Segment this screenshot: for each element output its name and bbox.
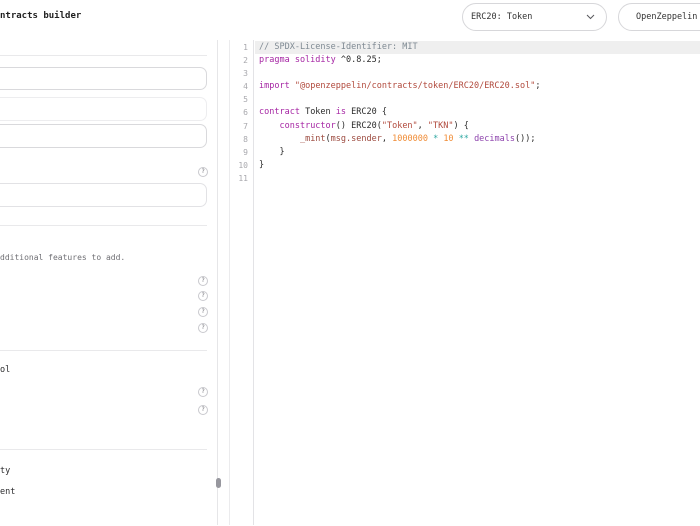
code-lines: // SPDX-License-Identifier: MIT pragma so… — [255, 40, 700, 526]
text-input[interactable] — [0, 67, 207, 90]
divider — [0, 350, 207, 351]
help-icon[interactable]: ? — [198, 291, 208, 301]
contract-kind-value: ERC20: Token — [471, 12, 533, 22]
line-number: 1 — [243, 43, 248, 52]
topbar: ntracts builder ERC20: Token OpenZeppeli… — [0, 0, 700, 40]
divider — [0, 225, 207, 226]
code-line: pragma solidity ^0.8.25; — [259, 55, 382, 66]
access-control-section-label: ol — [0, 365, 11, 375]
settings-panel: ? dditional features to add. ? ? ? ? ol … — [0, 40, 221, 525]
page-title: ntracts builder — [0, 11, 82, 21]
features-hint: dditional features to add. — [0, 253, 126, 262]
line-number: 10 — [238, 160, 248, 170]
contract-kind-select[interactable]: ERC20: Token — [462, 3, 607, 31]
code-line: // SPDX-License-Identifier: MIT — [255, 41, 700, 55]
line-number: 6 — [243, 108, 248, 118]
openzeppelin-button[interactable]: OpenZeppelin — [618, 3, 700, 31]
text-input[interactable] — [0, 97, 207, 121]
code-line: } — [259, 146, 285, 157]
upgradeability-section-label: ty — [0, 466, 11, 476]
help-icon[interactable]: ? — [198, 387, 208, 397]
line-numbers: 1 2 3 4 5 6 7 8 9 10 11 — [230, 40, 254, 525]
help-icon[interactable]: ? — [198, 276, 208, 286]
panel-scrollbar-thumb[interactable] — [216, 478, 221, 488]
code-editor[interactable]: 1 2 3 4 5 6 7 8 9 10 11 // SPDX-License-Identifier… — [229, 40, 700, 525]
code-line: contract Token is ERC20 { — [259, 107, 387, 118]
code-line: import "@openzeppelin/contracts/token/ER… — [259, 81, 541, 92]
line-number: 7 — [243, 121, 248, 131]
upgradeability-option-label: ent — [0, 487, 16, 497]
chevron-down-icon — [586, 14, 595, 20]
code-line: } — [259, 159, 265, 170]
text-input[interactable] — [0, 124, 207, 148]
help-icon[interactable]: ? — [198, 323, 208, 333]
line-number: 3 — [243, 69, 248, 79]
divider — [0, 449, 207, 450]
line-number: 8 — [243, 134, 248, 144]
line-number: 9 — [243, 147, 248, 157]
help-icon[interactable]: ? — [198, 405, 208, 415]
divider — [0, 55, 207, 56]
line-number: 4 — [243, 82, 248, 92]
text-input[interactable] — [0, 183, 207, 207]
line-number: 11 — [238, 173, 248, 183]
code-line: constructor() ERC20("Token", "TKN") { — [279, 120, 469, 131]
help-icon[interactable]: ? — [198, 307, 208, 317]
code-line: _mint(msg.sender, 1000000 * 10 ** decima… — [299, 133, 536, 144]
help-icon[interactable]: ? — [198, 167, 208, 177]
line-number: 2 — [243, 56, 248, 66]
line-number: 5 — [243, 95, 248, 105]
